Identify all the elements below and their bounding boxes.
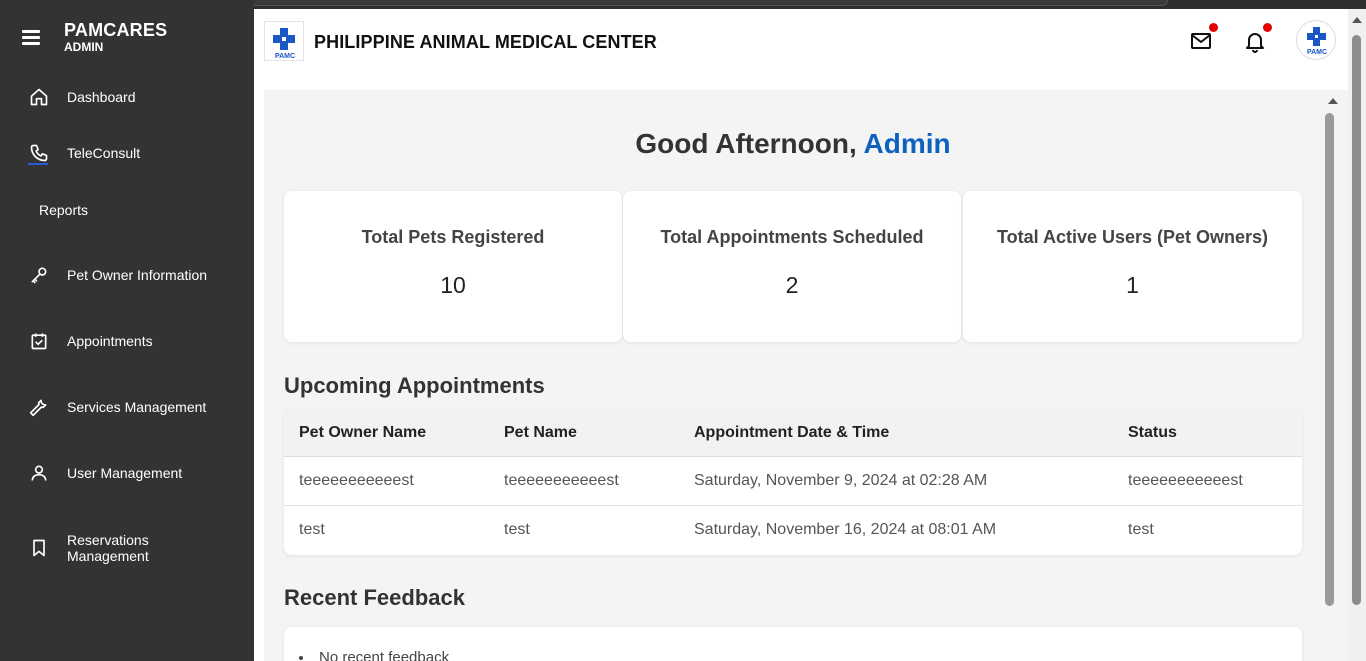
avatar[interactable]: PAMC — [1296, 20, 1336, 60]
greeting-prefix: Good Afternoon, — [635, 128, 864, 159]
cell-owner: test — [299, 521, 325, 538]
bell-notification-dot — [1263, 23, 1272, 32]
greeting: Good Afternoon, Admin — [264, 128, 1322, 160]
stat-card-value: 2 — [785, 272, 799, 298]
main-area: PAMC PHILIPPINE ANIMAL MEDICAL CENTER PA… — [254, 9, 1348, 661]
stat-card-title: Total Pets Registered — [361, 227, 545, 247]
stat-card-value: 1 — [1126, 272, 1139, 298]
header-title: PHILIPPINE ANIMAL MEDICAL CENTER — [314, 32, 657, 52]
upcoming-appointments-title: Upcoming Appointments — [284, 373, 545, 398]
cell-datetime: Saturday, November 16, 2024 at 08:01 AM — [694, 521, 997, 538]
sidebar-item-teleconsult[interactable]: TeleConsult — [0, 142, 254, 164]
stat-card-appointments: Total Appointments Scheduled 2 — [623, 191, 961, 342]
sidebar-item-label: Reservations Management — [67, 532, 149, 564]
sidebar-item-reservations-management[interactable]: Reservations Management — [0, 532, 254, 564]
column-header: Pet Name — [504, 424, 577, 441]
mail-icon[interactable] — [1189, 29, 1213, 53]
sidebar-item-reports[interactable]: Reports — [0, 201, 254, 219]
menu-icon[interactable] — [22, 30, 40, 48]
cell-status: teeeeeeeeeeest — [1128, 472, 1243, 489]
active-indicator — [28, 163, 48, 165]
sidebar-item-label: Dashboard — [67, 89, 136, 105]
stat-card-title: Total Appointments Scheduled — [660, 227, 924, 247]
logo-text: PAMC — [275, 53, 295, 60]
sidebar-item-services-management[interactable]: Services Management — [0, 396, 254, 418]
brand-title: PAMCARES — [64, 20, 168, 40]
cell-status: test — [1128, 521, 1154, 538]
user-icon — [28, 462, 50, 484]
pamc-logo: PAMC — [264, 21, 304, 61]
scroll-up-arrow-icon[interactable] — [1328, 98, 1338, 104]
key-icon — [28, 264, 50, 286]
phone-icon — [28, 142, 50, 164]
bookmark-icon — [28, 537, 50, 559]
recent-feedback-title: Recent Feedback — [284, 585, 465, 610]
cell-owner: teeeeeeeeeeest — [299, 472, 414, 489]
scroll-thumb[interactable] — [1325, 113, 1334, 606]
cell-datetime: Saturday, November 9, 2024 at 02:28 AM — [694, 472, 988, 489]
sidebar-item-label: User Management — [67, 465, 183, 481]
wrench-icon — [28, 396, 50, 418]
table-row[interactable]: teeeeeeeeeeest teeeeeeeeeeest Saturday, … — [284, 457, 1302, 506]
scroll-thumb[interactable] — [1352, 35, 1361, 605]
column-header: Pet Owner Name — [299, 424, 427, 441]
feedback-empty-message: No recent feedback — [299, 649, 449, 661]
window-scrollbar[interactable] — [1348, 9, 1366, 661]
calendar-check-icon — [28, 330, 50, 352]
table-row[interactable]: test test Saturday, November 16, 2024 at… — [284, 506, 1302, 555]
cell-pet: test — [504, 521, 530, 538]
stat-card-pets: Total Pets Registered 10 — [284, 191, 622, 342]
sidebar-item-user-management[interactable]: User Management — [0, 462, 254, 484]
appointments-table: Pet Owner Name Pet Name Appointment Date… — [284, 409, 1302, 555]
scroll-up-arrow-icon[interactable] — [1352, 17, 1362, 23]
sidebar-item-label: Appointments — [67, 333, 153, 349]
sidebar-item-pet-owner-information[interactable]: Pet Owner Information — [0, 264, 254, 286]
avatar-logo-text: PAMC — [1307, 49, 1327, 56]
brand: PAMCARES ADMIN — [22, 20, 167, 54]
greeting-name: Admin — [863, 128, 951, 159]
top-header: PAMC PHILIPPINE ANIMAL MEDICAL CENTER PA… — [254, 9, 1348, 75]
stat-card-active-users: Total Active Users (Pet Owners) 1 — [963, 191, 1302, 342]
dashboard-content: Good Afternoon, Admin Total Pets Registe… — [264, 90, 1322, 661]
sidebar-item-label: Pet Owner Information — [67, 267, 208, 283]
table-header: Pet Owner Name Pet Name Appointment Date… — [284, 409, 1302, 457]
brand-subtitle: ADMIN — [64, 40, 104, 54]
sidebar: PAMCARES ADMIN Dashboard TeleConsult Rep… — [0, 0, 254, 661]
stat-card-title: Total Active Users (Pet Owners) — [996, 227, 1269, 247]
home-icon — [28, 86, 50, 108]
column-header: Appointment Date & Time — [694, 424, 890, 441]
bell-icon[interactable] — [1243, 29, 1267, 53]
stat-card-value: 10 — [440, 272, 466, 298]
cell-pet: teeeeeeeeeeest — [504, 472, 619, 489]
mail-notification-dot — [1209, 23, 1218, 32]
feedback-list: No recent feedback — [284, 627, 1302, 661]
content-scrollbar[interactable] — [1322, 90, 1348, 661]
sidebar-item-label: TeleConsult — [67, 145, 141, 161]
sidebar-item-label: Reports — [39, 202, 89, 218]
column-header: Status — [1128, 424, 1177, 441]
sidebar-item-appointments[interactable]: Appointments — [0, 330, 254, 352]
sidebar-item-dashboard[interactable]: Dashboard — [0, 86, 254, 108]
sidebar-item-label: Services Management — [67, 399, 207, 415]
